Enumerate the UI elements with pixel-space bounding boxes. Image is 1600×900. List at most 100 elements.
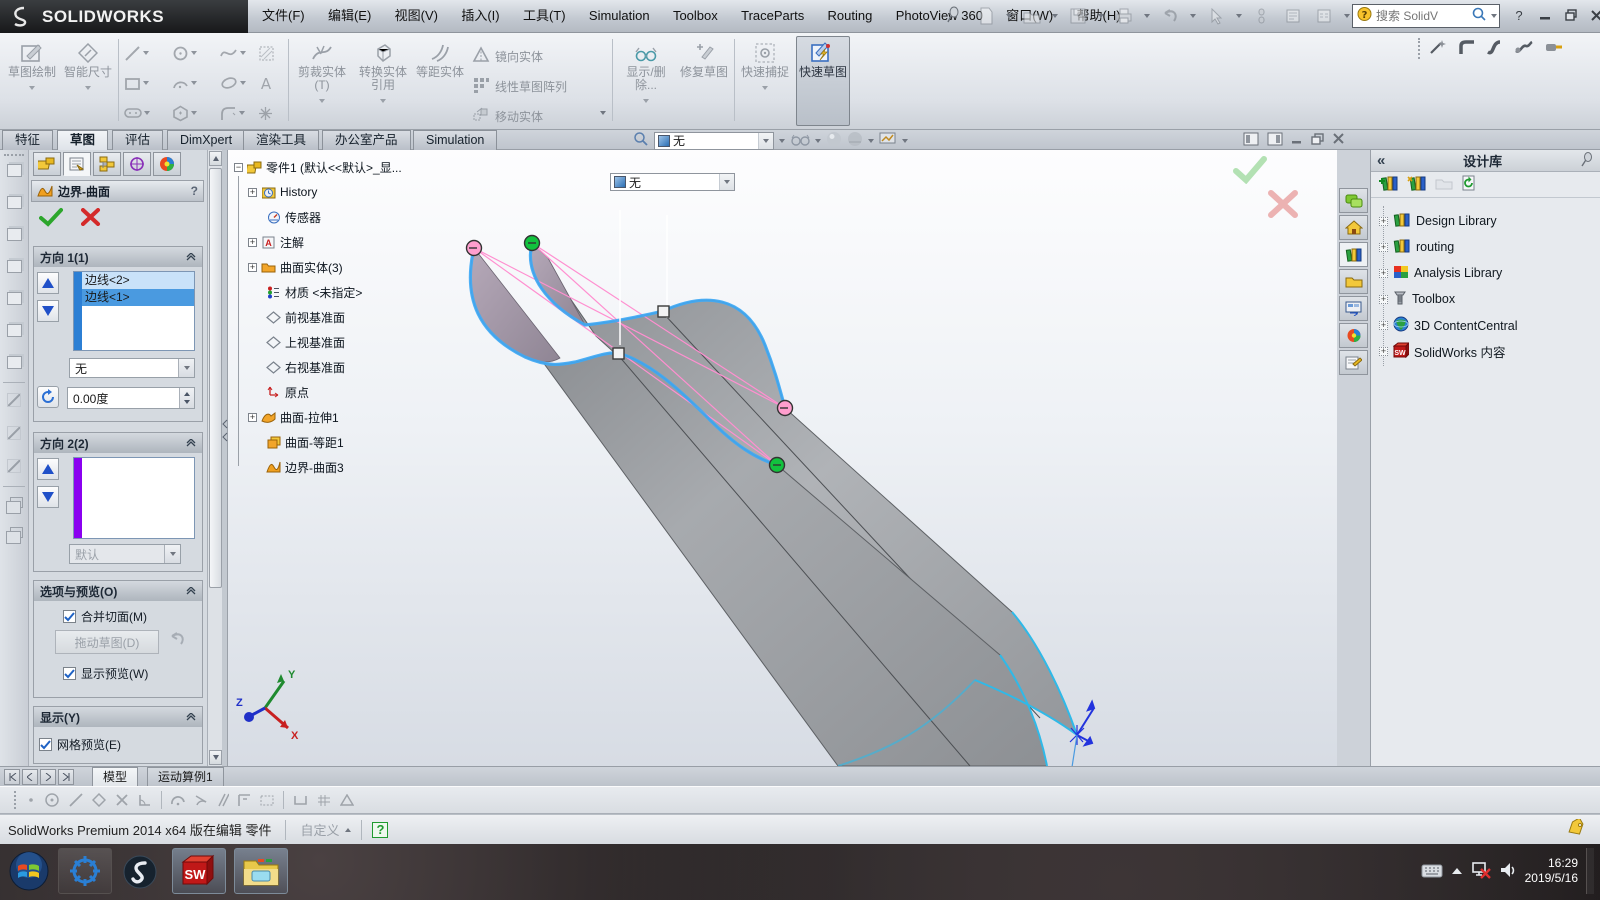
snap-arc-icon[interactable] [171,793,185,807]
expand-box[interactable]: + [1379,217,1388,226]
view-front-icon[interactable] [7,196,22,209]
snap-grid-icon[interactable] [317,794,331,807]
snap-hslot-icon[interactable] [293,794,308,806]
tree-item-surface-offset[interactable]: 曲面-等距1 [266,433,344,451]
lib-item-analysis-library[interactable]: + Analysis Library [1379,264,1502,282]
options-header[interactable]: 选项与预览(O) [34,581,202,601]
move-sketch-icon[interactable] [7,459,21,473]
scroll-down-button[interactable] [209,750,222,765]
tree-item-surface-bodies[interactable]: + 曲面实体(3) [248,258,343,276]
next-tab-button[interactable] [40,769,56,785]
mesh-preview-row[interactable]: 网格预览(E) [39,736,121,753]
snap-tangent-icon[interactable] [194,793,208,807]
floating-condition-combo[interactable]: 无 [610,173,735,191]
move-down-button[interactable] [37,300,59,322]
pm-scrollbar[interactable] [207,150,222,766]
layer-offset-icon[interactable] [10,527,23,538]
tree-item-front-plane[interactable]: 前视基准面 [266,308,345,326]
search-options-caret[interactable] [1491,14,1497,18]
split-pane-left-icon[interactable] [1243,132,1259,149]
new-document-icon[interactable] [975,5,997,27]
taskbar-explorer-icon[interactable] [234,848,288,894]
merge-faces-row[interactable]: 合并切面(M) [63,608,147,625]
direction2-selection-list[interactable] [73,457,195,539]
slot-tool-icon[interactable] [124,103,150,123]
collapse-box[interactable]: − [234,163,243,172]
tab-evaluate[interactable]: 评估 [112,130,163,150]
network-disconnected-icon[interactable] [1471,861,1491,882]
rectangle-tool-icon[interactable] [124,73,150,93]
graphics-viewport[interactable]: Y X Z − 零件1 (默认<<默认>_显... + H [228,150,1337,766]
view-right-icon[interactable] [7,292,22,305]
scroll-thumb[interactable] [209,168,222,588]
smart-dimension-button[interactable]: 智能尺寸 [62,37,114,125]
appearances-tab[interactable] [1339,323,1368,348]
propertymanager-tab[interactable] [63,152,91,176]
expand-box[interactable]: + [248,238,257,247]
tree-item-surface-extrude[interactable]: + 曲面-拉伸1 [248,408,339,426]
tip-constraint-arrows[interactable] [1070,702,1094,766]
add-to-library-icon[interactable] [1379,175,1399,194]
options-list-icon[interactable] [1313,5,1335,27]
direction2-header[interactable]: 方向 2(2) [34,433,202,453]
resources-tab[interactable] [1339,188,1368,213]
convert-entities-button[interactable]: 转换实体引用 [354,37,412,125]
taskbar-app1-icon[interactable] [58,848,112,894]
confirm-corner-ok-icon[interactable] [1233,156,1267,187]
fillet-tool-icon[interactable] [220,103,246,123]
doc-restore-icon[interactable] [1311,133,1325,149]
save-icon[interactable] [1067,5,1089,27]
tree-item-right-plane[interactable]: 右视基准面 [266,358,345,376]
appearance-combo[interactable]: 无 [654,132,774,150]
ellipse-tool-icon[interactable] [220,73,246,93]
display-delete-relations-button[interactable]: 显示/删除... [618,37,674,125]
zoom-magnifier-icon[interactable] [633,131,649,150]
snap-midpoint-icon[interactable] [92,793,106,807]
add-sketch-icon[interactable] [7,426,21,440]
tree-item-origin[interactable]: 原点 [266,383,309,401]
snap-angle-icon[interactable] [138,793,152,807]
edit-sketch-icon[interactable] [7,393,21,407]
tree-item-history[interactable]: + History [248,183,317,201]
show-preview-checkbox[interactable] [63,667,76,680]
first-tab-button[interactable] [4,769,20,785]
last-tab-button[interactable] [58,769,74,785]
taskbar-app2-icon[interactable] [122,854,158,893]
tab-sketch[interactable]: 草图 [57,130,108,150]
tree-item-sensors[interactable]: 传感器 [266,208,321,226]
pin-pane-icon[interactable] [1580,152,1594,170]
expand-box[interactable]: + [248,188,257,197]
view-palette-tab[interactable] [1339,296,1368,321]
pm-help[interactable]: ? [191,184,198,198]
tree-item-part[interactable]: − 零件1 (默认<<默认>_显... [234,158,402,176]
taskbar-clock[interactable]: 16:29 2019/5/16 [1525,856,1578,886]
tree-item-material[interactable]: 材质 <未指定> [266,283,362,301]
snap-line-icon[interactable] [69,793,83,807]
menu-insert[interactable]: 插入(I) [451,0,509,32]
menu-view[interactable]: 视图(V) [385,0,448,32]
snap-parallel-icon[interactable] [217,793,229,807]
arc-tool-icon[interactable] [172,73,198,93]
tangent-rotate-button[interactable] [37,386,59,408]
scroll-up-button[interactable] [209,151,222,166]
quick-snaps-button[interactable]: 快速捕捉 [740,37,790,125]
menu-tools[interactable]: 工具(T) [513,0,576,32]
pin-menu-icon[interactable] [945,6,961,27]
expand-box[interactable]: + [1379,295,1388,304]
status-tag-icon[interactable] [1566,819,1586,840]
tab-simulation[interactable]: Simulation [413,130,497,150]
cancel-x-icon[interactable] [81,208,101,229]
snap-perpendicular-icon[interactable] [238,794,251,807]
edge-item-selected[interactable]: 边线<1> [82,289,194,306]
point-tool-icon[interactable] [258,103,284,123]
search-magnifier-icon[interactable] [1472,7,1487,25]
direction1-header[interactable]: 方向 1(1) [34,247,202,267]
view-left-icon[interactable] [7,260,22,273]
select-cursor-icon[interactable] [1205,5,1227,27]
trim-entities-button[interactable]: 剪裁实体(T) [294,37,350,125]
ok-check-icon[interactable] [39,207,63,230]
spline-tool-icon[interactable] [220,43,246,63]
lib-item-design-library[interactable]: + Design Library [1379,212,1497,230]
expand-box[interactable]: + [1379,269,1388,278]
tray-expand-icon[interactable] [1451,864,1463,878]
